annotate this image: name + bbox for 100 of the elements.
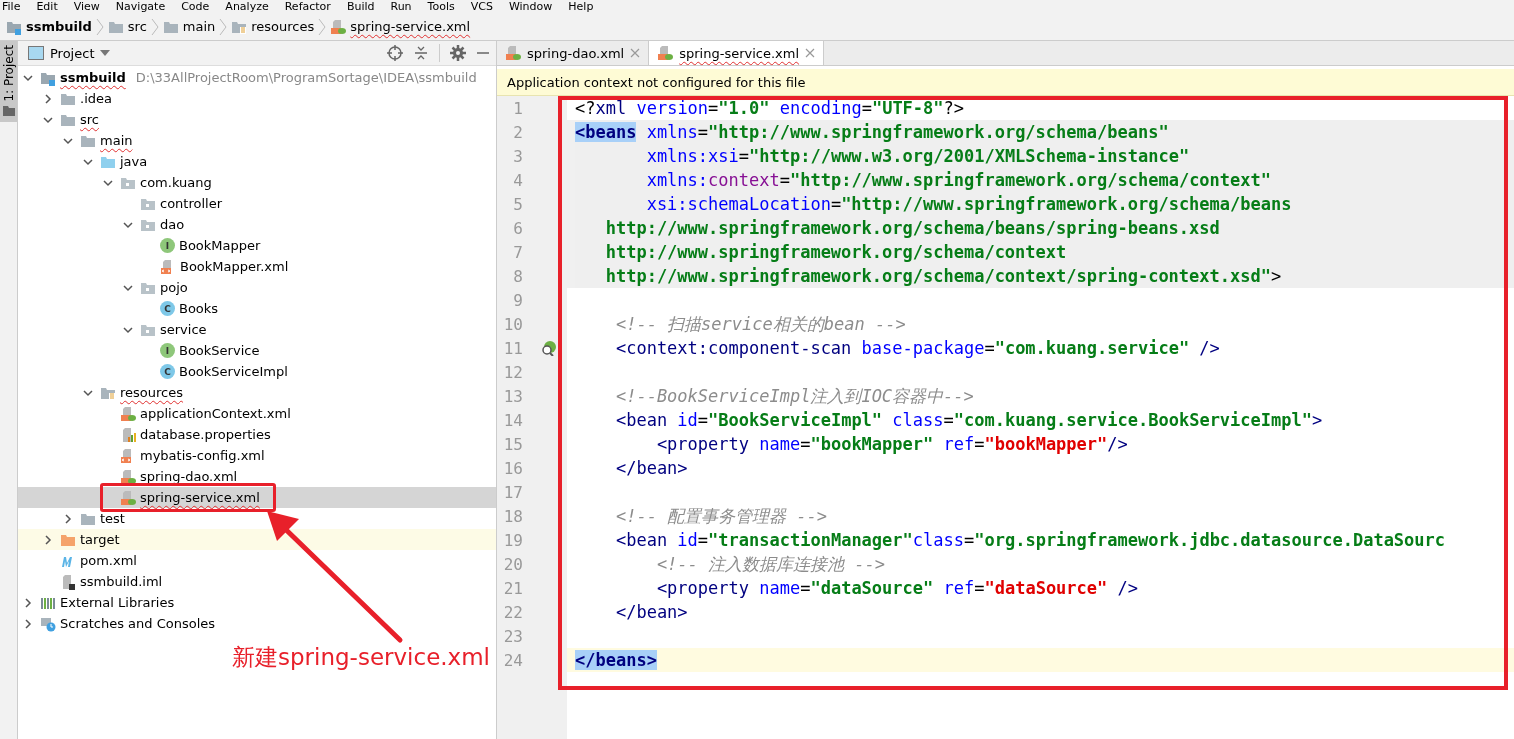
tree-item[interactable]: spring-service.xml <box>18 487 496 508</box>
line-number: 1 <box>512 98 523 118</box>
menu-item[interactable]: View <box>73 0 100 13</box>
tree-item[interactable]: .idea <box>18 88 496 109</box>
line-number: 8 <box>512 266 523 286</box>
line-number: 16 <box>502 458 523 478</box>
breadcrumb[interactable]: spring-service.xml <box>330 18 471 35</box>
settings-icon[interactable] <box>450 45 466 61</box>
folder-icon <box>2 105 15 116</box>
line-number: 20 <box>502 554 523 574</box>
tree-item[interactable]: pojo <box>18 277 496 298</box>
code-line: <property name="bookMapper" ref="bookMapper"/> <box>655 434 1128 454</box>
line-number: 22 <box>502 602 523 622</box>
panel-title-dropdown[interactable]: Project <box>28 45 111 61</box>
code-line: </bean> <box>614 602 688 622</box>
menu-item[interactable]: Build <box>346 0 375 13</box>
code-line: <context:component-scan base-package="com.kuang.service" /> <box>614 338 1220 358</box>
menu-item[interactable]: VCS <box>470 0 493 13</box>
collapse-all-icon[interactable] <box>413 45 429 61</box>
menu-item[interactable]: Help <box>568 0 594 13</box>
menu-item[interactable]: Window <box>508 0 553 13</box>
tree-item[interactable]: resources <box>18 382 496 403</box>
tree-item[interactable]: dao <box>18 214 496 235</box>
code-line: <!-- 扫描service相关的bean --> <box>614 312 906 336</box>
separator-icon <box>150 16 159 37</box>
chevron-icon[interactable] <box>42 533 54 546</box>
tree-item[interactable]: database.properties <box>18 424 496 445</box>
tree-item[interactable]: C BookServiceImpl <box>18 361 496 382</box>
code-line: <!--BookServiceImpl注入到IOC容器中--> <box>614 384 974 408</box>
close-icon[interactable] <box>805 48 816 58</box>
scratches-icon <box>40 615 56 632</box>
menu-item[interactable]: Refactor <box>284 0 331 13</box>
breadcrumb[interactable]: main <box>162 18 216 35</box>
line-number: 19 <box>502 530 523 550</box>
code-line: </bean> <box>614 458 688 478</box>
spring-xml-file-icon <box>657 45 674 61</box>
line-number: 15 <box>502 434 523 454</box>
tree-item[interactable]: test <box>18 508 496 529</box>
menu-item[interactable]: Run <box>390 0 412 13</box>
menu-item[interactable]: Analyze <box>225 0 269 13</box>
class-icon: C <box>160 364 175 379</box>
separator-icon <box>318 16 327 37</box>
menu-item[interactable]: Code <box>181 0 210 13</box>
menu-item[interactable]: Edit <box>36 0 58 13</box>
tree-item[interactable]: src <box>18 109 496 130</box>
line-number: 18 <box>502 506 523 526</box>
annotation-label: 新建spring-service.xml <box>232 643 490 672</box>
line-number: 9 <box>512 290 523 310</box>
code-line: <bean id="transactionManager"class="org.springframework.jdbc.datasource.DataSourc <box>614 530 1446 550</box>
spring-xml-file-icon <box>120 489 136 506</box>
tree-item[interactable]: main <box>18 130 496 151</box>
tree-item[interactable]: I BookMapper <box>18 235 496 256</box>
tree-item[interactable]: applicationContext.xml <box>18 403 496 424</box>
tree-item[interactable]: pom.xml <box>18 550 496 571</box>
chevron-icon[interactable] <box>42 92 54 105</box>
code-line: <!-- 注入数据库连接池 --> <box>655 552 885 576</box>
caret-icon <box>100 50 111 56</box>
menu-item[interactable]: File <box>2 0 21 13</box>
breadcrumb[interactable]: ssmbuild <box>6 18 92 35</box>
separator-icon <box>219 16 228 37</box>
tool-window-tab[interactable]: 1: Project <box>0 41 17 122</box>
code-line: <?xml version="1.0" encoding="UTF-8"?> <box>575 98 965 118</box>
tree-item[interactable]: com.kuang <box>18 172 496 193</box>
line-number: 2 <box>512 122 523 142</box>
line-number: 12 <box>502 362 523 382</box>
menu-item[interactable]: Navigate <box>115 0 166 13</box>
tree-item[interactable]: C Books <box>18 298 496 319</box>
line-number: 10 <box>502 314 523 334</box>
module-file-icon <box>60 573 76 590</box>
menu-item[interactable]: Tools <box>427 0 455 13</box>
chevron-icon[interactable] <box>22 617 34 630</box>
code-line: <bean id="BookServiceImpl" class="com.kuang.service.BookServiceImpl"> <box>614 410 1323 430</box>
tree-item[interactable]: ssmbuild D:\33AllProjectRoom\ProgramSortage\IDEA\ssmbuild <box>18 67 496 88</box>
code-line: <!-- 配置事务管理器 --> <box>614 504 828 528</box>
spring-xml-file-icon <box>330 18 347 35</box>
tree-item[interactable]: ssmbuild.iml <box>18 571 496 592</box>
line-number: 24 <box>502 650 523 670</box>
chevron-icon[interactable] <box>22 596 34 609</box>
breadcrumb[interactable]: src <box>107 18 147 35</box>
tree-item[interactable]: mybatis-config.xml <box>18 445 496 466</box>
tree-item[interactable]: target <box>18 529 496 550</box>
line-number: 21 <box>502 578 523 598</box>
line-number: 23 <box>502 626 523 646</box>
crosshair-icon[interactable] <box>387 45 403 61</box>
window-icon <box>28 46 44 60</box>
tree-item[interactable]: Scratches and Consoles <box>18 613 496 634</box>
code-line: <property name="dataSource" ref="dataSource" /> <box>655 578 1138 598</box>
tree-item[interactable]: BookMapper.xml <box>18 256 496 277</box>
tree-item[interactable]: spring-dao.xml <box>18 466 496 487</box>
breadcrumb[interactable]: resources <box>231 18 315 35</box>
chevron-icon[interactable] <box>62 512 74 525</box>
interface-icon: I <box>160 238 175 253</box>
line-number: 4 <box>512 170 523 190</box>
tree-item[interactable]: controller <box>18 193 496 214</box>
line-number: 7 <box>512 242 523 262</box>
tree-item[interactable]: service <box>18 319 496 340</box>
tree-item[interactable]: External Libraries <box>18 592 496 613</box>
tree-item[interactable]: I BookService <box>18 340 496 361</box>
tree-item[interactable]: java <box>18 151 496 172</box>
editor-tab[interactable]: spring-service.xml <box>649 41 825 65</box>
